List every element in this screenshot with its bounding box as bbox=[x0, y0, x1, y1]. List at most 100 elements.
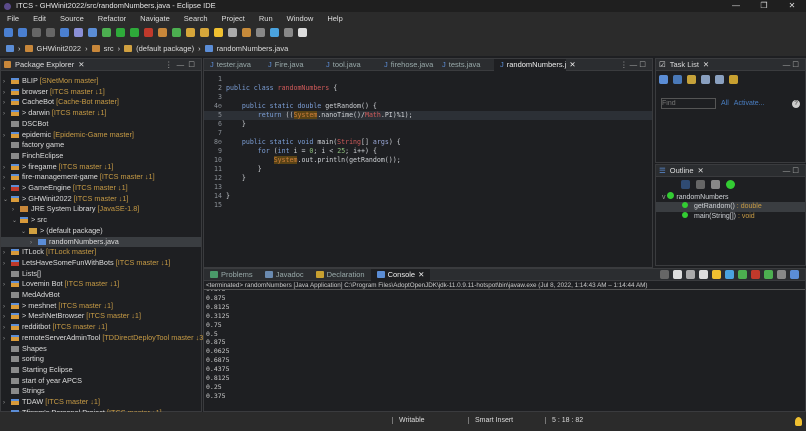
collapse-arrow-icon[interactable]: › bbox=[3, 259, 11, 269]
task-list-title[interactable]: Task List bbox=[670, 60, 699, 69]
outline-member[interactable]: getRandom() : double bbox=[656, 202, 805, 212]
menu-navigate[interactable]: Navigate bbox=[133, 12, 177, 25]
tree-item[interactable]: ⌄ > GHWinit2022 [ITCS master ↓1] bbox=[1, 194, 128, 204]
collapse-arrow-icon[interactable]: › bbox=[3, 109, 11, 119]
minimize-maximize-icon[interactable]: ⋮ — ☐ bbox=[620, 60, 646, 69]
menu-refactor[interactable]: Refactor bbox=[91, 12, 133, 25]
tab-randomNumbers-j[interactable]: JrandomNumbers.j ✕ bbox=[494, 58, 576, 71]
console-output[interactable]: 0.8750.8750.81250.31250.750.50.8750.0625… bbox=[204, 290, 805, 410]
console-action-icon-4[interactable] bbox=[712, 270, 721, 279]
sort-icon[interactable] bbox=[681, 180, 690, 189]
tree-item[interactable]: › LetsHaveSomeFunWithBots [ITCS master ↓1… bbox=[1, 258, 170, 268]
console-action-icon-1[interactable] bbox=[673, 270, 682, 279]
toolbar-icon-3[interactable] bbox=[46, 28, 55, 37]
minimize-maximize-icon[interactable]: — ☐ bbox=[783, 60, 799, 69]
toolbar-icon-12[interactable] bbox=[172, 28, 181, 37]
menu-file[interactable]: File bbox=[0, 12, 26, 25]
tree-item[interactable]: › CacheBot [Cache-Bot master] bbox=[1, 97, 119, 107]
tree-item[interactable]: › > darwin [ITCS master ↓1] bbox=[1, 108, 107, 118]
tree-item[interactable]: › BLIP [SNetMon master] bbox=[1, 76, 99, 86]
tab-declaration[interactable]: Declaration bbox=[310, 269, 371, 281]
expand-arrow-icon[interactable]: ⌄ bbox=[21, 227, 29, 237]
console-action-icon-3[interactable] bbox=[699, 270, 708, 279]
tree-item[interactable]: sorting bbox=[1, 354, 44, 364]
toolbar-icon-21[interactable] bbox=[298, 28, 307, 37]
collapse-arrow-icon[interactable]: › bbox=[3, 184, 11, 194]
collapse-arrow-icon[interactable]: › bbox=[3, 398, 11, 408]
collapse-arrow-icon[interactable]: › bbox=[3, 98, 11, 108]
tree-item[interactable]: › Lovemin Bot [ITCS master ↓1] bbox=[1, 279, 119, 289]
categorized-icon[interactable] bbox=[673, 75, 682, 84]
tree-item[interactable]: factory game bbox=[1, 140, 64, 150]
workspace-icon[interactable] bbox=[6, 44, 14, 52]
collapse-arrow-icon[interactable]: › bbox=[3, 302, 11, 312]
tree-item[interactable]: › ITLock [ITLock master] bbox=[1, 247, 96, 257]
tree-item[interactable]: ⌄ > src bbox=[1, 215, 47, 225]
toolbar-icon-17[interactable] bbox=[242, 28, 251, 37]
tree-item[interactable]: start of year APCS bbox=[1, 376, 82, 386]
collapse-icon[interactable] bbox=[701, 75, 710, 84]
tree-item[interactable]: › epidemic [Epidemic-Game master] bbox=[1, 130, 134, 140]
menu-edit[interactable]: Edit bbox=[26, 12, 53, 25]
toolbar-icon-9[interactable] bbox=[130, 28, 139, 37]
toolbar-icon-0[interactable] bbox=[4, 28, 13, 37]
console-action-icon-9[interactable] bbox=[777, 270, 786, 279]
toolbar-icon-16[interactable] bbox=[228, 28, 237, 37]
close-icon[interactable]: ✕ bbox=[703, 60, 709, 69]
tab-firehose-java[interactable]: Jfirehose.java bbox=[378, 59, 436, 71]
breadcrumb-item[interactable]: GHWinit2022 bbox=[37, 44, 82, 53]
code-editor[interactable]: 1 2 public class randomNumbers {3 4⊖ public… bbox=[204, 75, 652, 265]
tree-item[interactable]: › redditbot [ITCS master ↓1] bbox=[1, 322, 107, 332]
minimize-maximize-icon[interactable]: — ☐ bbox=[783, 166, 799, 175]
status-cursor-position[interactable]: 5 : 18 : 82 bbox=[545, 417, 583, 424]
tree-item[interactable]: › JRE System Library [JavaSE-1.8] bbox=[1, 204, 139, 214]
help-icon[interactable]: ? bbox=[792, 99, 800, 108]
menu-help[interactable]: Help bbox=[320, 12, 349, 25]
console-action-icon-5[interactable] bbox=[725, 270, 734, 279]
collapse-arrow-icon[interactable]: › bbox=[30, 238, 38, 248]
tree-item[interactable]: Strings bbox=[1, 386, 45, 396]
tree-item[interactable]: › > meshnet [ITCS master ↓1] bbox=[1, 301, 113, 311]
breadcrumb-item[interactable]: randomNumbers.java bbox=[217, 44, 289, 53]
tree-item[interactable]: Starting Eclipse bbox=[1, 365, 73, 375]
menu-search[interactable]: Search bbox=[177, 12, 215, 25]
toolbar-icon-13[interactable] bbox=[186, 28, 195, 37]
tree-item[interactable]: › > GameEngine [ITCS master ↓1] bbox=[1, 183, 128, 193]
tree-item[interactable]: › TDAW [ITCS master ↓1] bbox=[1, 397, 100, 407]
status-insert-mode[interactable]: Smart Insert bbox=[468, 417, 513, 424]
toolbar-icon-8[interactable] bbox=[116, 28, 125, 37]
collapse-arrow-icon[interactable]: › bbox=[3, 131, 11, 141]
lightbulb-icon[interactable] bbox=[795, 417, 802, 426]
collapse-arrow-icon[interactable]: › bbox=[3, 312, 11, 322]
outline-class[interactable]: v randomNumbers bbox=[656, 192, 805, 202]
collapse-arrow-icon[interactable]: › bbox=[3, 280, 11, 290]
expand-arrow-icon[interactable]: ⌄ bbox=[12, 216, 20, 226]
toolbar-icon-2[interactable] bbox=[32, 28, 41, 37]
collapse-arrow-icon[interactable]: › bbox=[3, 173, 11, 183]
outline-title[interactable]: Outline bbox=[670, 166, 694, 175]
tree-item[interactable]: › browser [ITCS master ↓1] bbox=[1, 87, 105, 97]
toolbar-icon-10[interactable] bbox=[144, 28, 153, 37]
tab-console[interactable]: Console ✕ bbox=[370, 268, 431, 281]
tab-tests-java[interactable]: Jtests.java bbox=[436, 59, 494, 71]
all-link[interactable]: All bbox=[721, 100, 729, 107]
collapse-arrow-icon[interactable]: › bbox=[3, 163, 11, 173]
package-explorer-title[interactable]: Package Explorer bbox=[15, 60, 74, 69]
sync-icon[interactable] bbox=[729, 75, 738, 84]
toolbar-icon-19[interactable] bbox=[270, 28, 279, 37]
collapse-arrow-icon[interactable]: › bbox=[3, 334, 11, 344]
toolbar-icon-14[interactable] bbox=[200, 28, 209, 37]
toolbar-icon-4[interactable] bbox=[60, 28, 69, 37]
close-icon[interactable]: ✕ bbox=[698, 166, 704, 175]
hide-fields-icon[interactable] bbox=[696, 180, 705, 189]
minimize-button[interactable]: — bbox=[722, 0, 750, 12]
console-action-icon-10[interactable] bbox=[790, 270, 799, 279]
toolbar-icon-1[interactable] bbox=[18, 28, 27, 37]
tree-item[interactable]: ⌄ > (default package) bbox=[1, 226, 103, 236]
collapse-arrow-icon[interactable]: › bbox=[3, 77, 11, 87]
tab-tool-java[interactable]: Jtool.java bbox=[320, 59, 378, 71]
focus-icon[interactable] bbox=[687, 75, 696, 84]
close-tab-icon[interactable]: ✕ bbox=[418, 269, 424, 281]
tree-item[interactable]: › > MeshNetBrowser [ITCS master ↓1] bbox=[1, 311, 141, 321]
console-action-icon-8[interactable] bbox=[764, 270, 773, 279]
